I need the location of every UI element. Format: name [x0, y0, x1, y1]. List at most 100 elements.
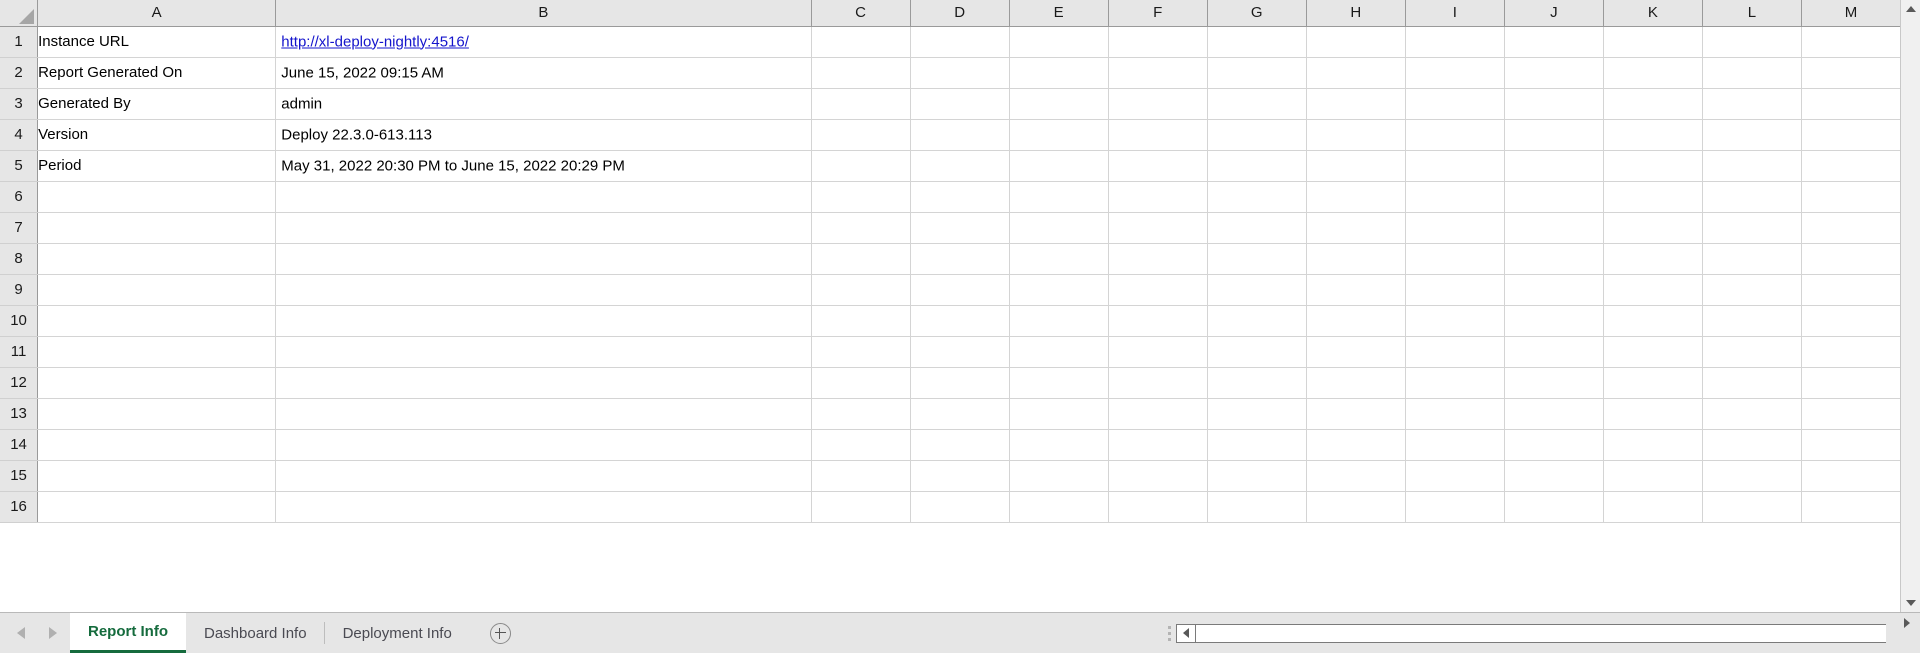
cell-G10[interactable]: [1207, 305, 1307, 337]
cell-K3[interactable]: [1603, 88, 1703, 120]
column-header-d[interactable]: D: [910, 0, 1010, 27]
cell-D1[interactable]: [910, 26, 1010, 58]
cell-A9[interactable]: [37, 274, 277, 306]
cell-L9[interactable]: [1702, 274, 1802, 306]
column-header-m[interactable]: M: [1801, 0, 1900, 27]
cell-M2[interactable]: [1801, 57, 1900, 89]
cell-F10[interactable]: [1108, 305, 1208, 337]
cell-F9[interactable]: [1108, 274, 1208, 306]
cell-M15[interactable]: [1801, 460, 1900, 492]
cell-E16[interactable]: [1009, 491, 1109, 523]
cell-M1[interactable]: [1801, 26, 1900, 58]
cell-J16[interactable]: [1504, 491, 1604, 523]
cell-I10[interactable]: [1405, 305, 1505, 337]
cell-H3[interactable]: [1306, 88, 1406, 120]
cell-G12[interactable]: [1207, 367, 1307, 399]
cell-G8[interactable]: [1207, 243, 1307, 275]
cell-E4[interactable]: [1009, 119, 1109, 151]
cell-A15[interactable]: [37, 460, 277, 492]
cell-I5[interactable]: [1405, 150, 1505, 182]
cell-H7[interactable]: [1306, 212, 1406, 244]
cell-J9[interactable]: [1504, 274, 1604, 306]
cell-G16[interactable]: [1207, 491, 1307, 523]
cell-H1[interactable]: [1306, 26, 1406, 58]
cell-H2[interactable]: [1306, 57, 1406, 89]
cell-C6[interactable]: [811, 181, 911, 213]
cell-B2[interactable]: June 15, 2022 09:15 AM: [275, 57, 812, 89]
cell-H14[interactable]: [1306, 429, 1406, 461]
cell-A2[interactable]: Report Generated On: [37, 57, 277, 89]
column-header-b[interactable]: B: [275, 0, 812, 27]
cell-D13[interactable]: [910, 398, 1010, 430]
horizontal-scrollbar[interactable]: [1176, 613, 1886, 653]
cell-E10[interactable]: [1009, 305, 1109, 337]
row-header-9[interactable]: 9: [0, 274, 39, 306]
cell-D8[interactable]: [910, 243, 1010, 275]
row-header-16[interactable]: 16: [0, 491, 39, 523]
cell-D4[interactable]: [910, 119, 1010, 151]
cell-E15[interactable]: [1009, 460, 1109, 492]
scroll-up-button[interactable]: [1901, 0, 1920, 18]
row-header-1[interactable]: 1: [0, 26, 39, 58]
cell-J6[interactable]: [1504, 181, 1604, 213]
cell-C12[interactable]: [811, 367, 911, 399]
cell-B4[interactable]: Deploy 22.3.0-613.113: [275, 119, 812, 151]
cell-A4[interactable]: Version: [37, 119, 277, 151]
cell-C9[interactable]: [811, 274, 911, 306]
cell-J3[interactable]: [1504, 88, 1604, 120]
cell-M12[interactable]: [1801, 367, 1900, 399]
cell-H12[interactable]: [1306, 367, 1406, 399]
scroll-down-button[interactable]: [1901, 594, 1920, 612]
vertical-scrollbar[interactable]: [1900, 0, 1920, 612]
cell-L8[interactable]: [1702, 243, 1802, 275]
cell-C5[interactable]: [811, 150, 911, 182]
cell-L14[interactable]: [1702, 429, 1802, 461]
cell-M13[interactable]: [1801, 398, 1900, 430]
column-header-l[interactable]: L: [1702, 0, 1802, 27]
cell-F4[interactable]: [1108, 119, 1208, 151]
cell-G15[interactable]: [1207, 460, 1307, 492]
cell-D10[interactable]: [910, 305, 1010, 337]
cell-C7[interactable]: [811, 212, 911, 244]
cell-H5[interactable]: [1306, 150, 1406, 182]
cell-L6[interactable]: [1702, 181, 1802, 213]
cell-M16[interactable]: [1801, 491, 1900, 523]
column-header-c[interactable]: C: [811, 0, 911, 27]
cell-J7[interactable]: [1504, 212, 1604, 244]
cell-M9[interactable]: [1801, 274, 1900, 306]
cell-D5[interactable]: [910, 150, 1010, 182]
cell-B16[interactable]: [275, 491, 812, 523]
cell-B9[interactable]: [275, 274, 812, 306]
cell-K1[interactable]: [1603, 26, 1703, 58]
cell-L1[interactable]: [1702, 26, 1802, 58]
sheet-tab-deployment-info[interactable]: Deployment Info: [325, 613, 470, 653]
cell-E3[interactable]: [1009, 88, 1109, 120]
cell-L13[interactable]: [1702, 398, 1802, 430]
row-header-5[interactable]: 5: [0, 150, 39, 182]
cell-J5[interactable]: [1504, 150, 1604, 182]
cell-K15[interactable]: [1603, 460, 1703, 492]
cell-M7[interactable]: [1801, 212, 1900, 244]
cell-F11[interactable]: [1108, 336, 1208, 368]
cell-K12[interactable]: [1603, 367, 1703, 399]
cell-C2[interactable]: [811, 57, 911, 89]
cell-L4[interactable]: [1702, 119, 1802, 151]
cell-F8[interactable]: [1108, 243, 1208, 275]
column-header-e[interactable]: E: [1009, 0, 1109, 27]
cell-K11[interactable]: [1603, 336, 1703, 368]
cell-G7[interactable]: [1207, 212, 1307, 244]
cell-J11[interactable]: [1504, 336, 1604, 368]
cell-K13[interactable]: [1603, 398, 1703, 430]
cell-D16[interactable]: [910, 491, 1010, 523]
cell-J1[interactable]: [1504, 26, 1604, 58]
cell-E14[interactable]: [1009, 429, 1109, 461]
cell-I6[interactable]: [1405, 181, 1505, 213]
cell-F15[interactable]: [1108, 460, 1208, 492]
cell-L2[interactable]: [1702, 57, 1802, 89]
cell-B15[interactable]: [275, 460, 812, 492]
cell-D14[interactable]: [910, 429, 1010, 461]
cell-C16[interactable]: [811, 491, 911, 523]
cell-C4[interactable]: [811, 119, 911, 151]
horizontal-split-handle[interactable]: [1162, 613, 1176, 653]
cell-M8[interactable]: [1801, 243, 1900, 275]
